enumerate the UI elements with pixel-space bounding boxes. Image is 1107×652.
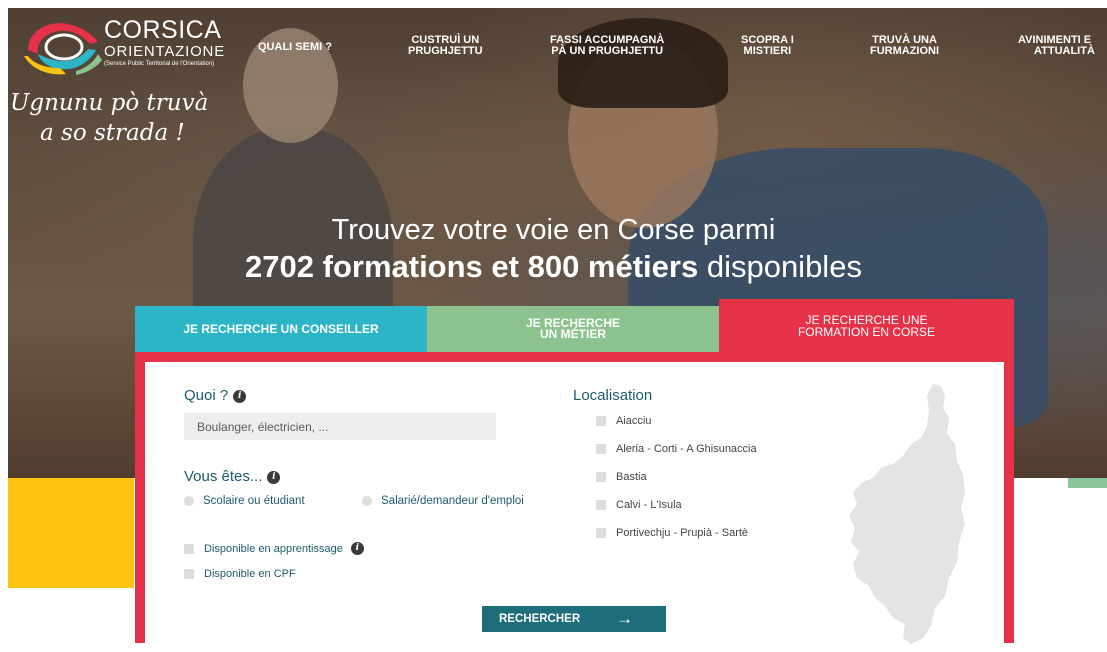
location-label: Portivechju - Prupià - Sartè: [616, 527, 749, 539]
info-icon[interactable]: i: [233, 389, 247, 403]
radio-scolaire[interactable]: Scolaire ou étudiant: [184, 495, 305, 507]
location-label: Calvi - L'Isula: [616, 499, 682, 511]
radio-salarie[interactable]: Salarié/demandeur d'emploi: [362, 495, 524, 507]
checkbox-icon: [596, 444, 606, 454]
nav-label: MISTIERI: [743, 45, 792, 57]
quoi-label-text: Quoi ?: [184, 387, 229, 404]
search-button-label: RECHERCHER: [499, 613, 581, 625]
info-icon[interactable]: i: [350, 542, 364, 555]
search-form: Quoi ? i Vous êtes... i Scolaire ou étudia…: [145, 362, 1004, 644]
tab-conseiller[interactable]: JE RECHERCHE UN CONSEILLER: [135, 306, 427, 352]
nav-label: ATTUALITÀ: [1034, 45, 1095, 57]
tab-formation[interactable]: JE RECHERCHE UNE FORMATION EN CORSE: [719, 299, 1014, 352]
tagline-line-1: Ugnunu pò truvà: [10, 90, 209, 116]
tagline: Ugnunu pò truvà a so strada !: [10, 88, 208, 148]
checkbox-icon: [596, 528, 606, 538]
checkbox-icon: [184, 543, 194, 554]
location-label: Aleria - Corti - A Ghisunaccia: [616, 443, 757, 455]
corsica-map-icon: [849, 384, 965, 644]
check-label: Disponible en apprentissage: [204, 542, 343, 555]
check-cpf[interactable]: Disponible en CPF: [184, 568, 296, 580]
check-location-aiacciu[interactable]: Aiacciu: [596, 415, 651, 427]
radio-circle-icon: [184, 496, 194, 506]
nav-item-truva-furmazioni[interactable]: TRUVÀ UNA FURMAZIONI: [870, 35, 939, 57]
check-location-calvi[interactable]: Calvi - L'Isula: [596, 499, 682, 511]
quoi-label: Quoi ? i: [184, 387, 247, 404]
location-label: Aiacciu: [616, 415, 652, 427]
radio-circle-icon: [362, 496, 372, 506]
search-tabs: JE RECHERCHE UN CONSEILLER JE RECHERCHE …: [135, 299, 1014, 352]
headline-line-2: 2702 formations et 800 métiers disponibl…: [0, 249, 1107, 285]
vous-etes-label: Vous êtes... i: [184, 468, 281, 485]
check-label: Disponible en CPF: [204, 568, 296, 580]
search-button[interactable]: RECHERCHER →: [482, 606, 666, 632]
search-input[interactable]: [184, 413, 496, 440]
nav-label: FURMAZIONI: [870, 45, 940, 57]
nav-label: PRUGHJETTU: [408, 45, 483, 57]
arrow-right-icon: →: [616, 609, 634, 628]
tab-metier[interactable]: JE RECHERCHE UN MÉTIER: [427, 306, 719, 352]
headline-line-1: Trouvez votre voie en Corse parmi: [331, 214, 776, 246]
checkbox-icon: [596, 416, 606, 426]
nav-item-custrui-prughjettu[interactable]: CUSTRUÌ UN PRUGHJETTU: [408, 35, 483, 57]
nav-label: QUALI SEMI ?: [258, 41, 332, 53]
info-icon[interactable]: i: [267, 470, 281, 484]
check-location-aleria[interactable]: Aleria - Corti - A Ghisunaccia: [596, 443, 757, 455]
nav-label: PÀ UN PRUGHJETTU: [551, 45, 664, 57]
yellow-accent-band: [8, 478, 134, 588]
tab-label: FORMATION EN CORSE: [797, 324, 936, 339]
tab-label: UN MÉTIER: [540, 327, 606, 341]
check-location-portivechju[interactable]: Portivechju - Prupià - Sartè: [596, 527, 748, 539]
radio-label: Scolaire ou étudiant: [203, 495, 305, 507]
vous-etes-label-text: Vous êtes...: [184, 468, 263, 485]
nav-item-fassi-accumpagna[interactable]: FASSI ACCUMPAGNÀ PÀ UN PRUGHJETTU: [550, 35, 664, 57]
tab-label: JE RECHERCHE UN CONSEILLER: [183, 322, 379, 336]
checkbox-icon: [596, 500, 606, 510]
headline-rest: disponibles: [698, 249, 862, 284]
check-apprentissage[interactable]: Disponible en apprentissage i: [184, 542, 364, 555]
check-location-bastia[interactable]: Bastia: [596, 471, 647, 483]
checkbox-icon: [184, 569, 194, 579]
localisation-label: Localisation: [573, 387, 653, 404]
headline-bold: 2702 formations et 800 métiers: [245, 249, 699, 284]
main-nav: QUALI SEMI ? CUSTRUÌ UN PRUGHJETTU FASSI…: [0, 30, 1107, 70]
tagline-line-2: a so strada !: [40, 120, 185, 146]
search-panel: Quoi ? i Vous êtes... i Scolaire ou étudia…: [135, 352, 1014, 644]
location-label: Bastia: [616, 471, 647, 483]
nav-item-scopra-mistieri[interactable]: SCOPRA I MISTIERI: [741, 35, 794, 57]
hero-headline: Trouvez votre voie en Corse parmi 2702 f…: [0, 214, 1107, 285]
nav-item-quali-semi[interactable]: QUALI SEMI ?: [258, 42, 332, 53]
radio-label: Salarié/demandeur d'emploi: [381, 495, 524, 507]
checkbox-icon: [596, 472, 606, 482]
nav-item-avinimenti-attualita[interactable]: AVINIMENTI È ATTUALITÀ: [1018, 35, 1107, 57]
green-accent-bar: [1068, 478, 1107, 488]
